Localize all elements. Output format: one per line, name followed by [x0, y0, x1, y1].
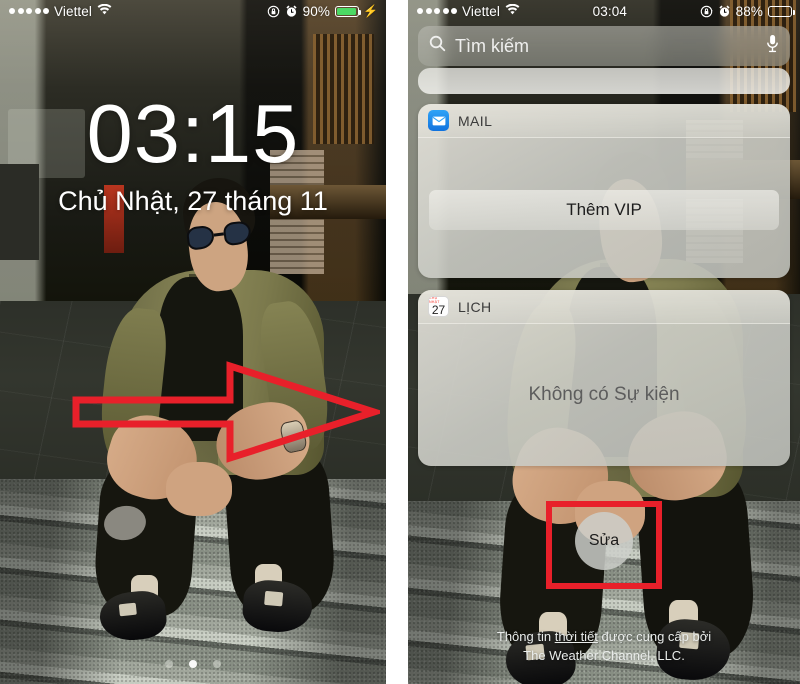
- carrier-label: Viettel: [54, 3, 92, 19]
- widget-mail-body: Thêm VIP: [418, 138, 790, 278]
- rotation-lock-icon: [267, 5, 280, 18]
- alarm-clock-icon: [718, 5, 731, 18]
- lock-screen-time: 03:15: [86, 87, 300, 180]
- signal-strength-icon: [9, 8, 49, 14]
- status-bar-left: Viettel: [408, 3, 520, 19]
- wifi-icon: [505, 3, 520, 19]
- page-dot[interactable]: [165, 660, 173, 668]
- weather-credit-line1-after: được cung cấp bởi: [597, 629, 712, 645]
- battery-icon: [334, 5, 362, 17]
- page-dot[interactable]: [213, 660, 221, 668]
- weather-credit-line1-before: Thông tin: [496, 629, 555, 645]
- widget-calendar-title: LỊCH: [458, 298, 492, 315]
- status-bar: Viettel 03:04 88%: [408, 0, 800, 22]
- rotation-lock-icon: [700, 5, 713, 18]
- page-dot-active[interactable]: [189, 660, 197, 668]
- widget-calendar-body: Không có Sự kiện: [418, 324, 790, 466]
- battery-percent-label: 88%: [735, 3, 763, 19]
- widget-mail-title: MAIL: [458, 112, 493, 129]
- lightning-bolt-icon: ⚡: [362, 4, 378, 18]
- status-bar-right: 88%: [700, 4, 800, 19]
- microphone-icon[interactable]: [766, 34, 779, 58]
- weather-link[interactable]: thời tiết: [555, 629, 598, 644]
- widget-mail[interactable]: MAIL Thêm VIP: [418, 104, 790, 278]
- search-bar-container: Tìm kiếm: [418, 26, 790, 66]
- battery-icon: [768, 5, 795, 17]
- battery-percent-label: 90%: [302, 3, 330, 19]
- mail-app-icon: [428, 110, 449, 131]
- calendar-app-icon: CHỦ NHẬT 27: [428, 296, 449, 317]
- weather-credit-text: Thông tin thời tiết được cung cấp bởi Th…: [408, 628, 800, 666]
- calendar-icon-day: 27: [431, 302, 446, 317]
- widget-calendar[interactable]: CHỦ NHẬT 27 LỊCH Không có Sự kiện: [418, 290, 790, 466]
- search-icon: [429, 35, 446, 57]
- status-bar: Viettel 90% ⚡: [0, 0, 386, 22]
- status-bar-clock: 03:04: [592, 3, 627, 19]
- calendar-empty-message: Không có Sự kiện: [528, 384, 680, 405]
- page-indicator-dots[interactable]: [0, 660, 386, 668]
- status-bar-left: Viettel: [0, 3, 112, 19]
- right-phone-screen: Viettel 03:04 88% Tìm kiếm MAIL Thêm VIP…: [408, 0, 800, 684]
- add-vip-button[interactable]: Thêm VIP: [429, 190, 779, 230]
- search-input[interactable]: Tìm kiếm: [418, 26, 790, 66]
- widget-peek-above[interactable]: [418, 68, 790, 94]
- left-phone-screen: Viettel 90% ⚡ 03:15 Chủ Nhật, 27 tháng 1…: [0, 0, 386, 684]
- widget-mail-header: MAIL: [418, 104, 790, 138]
- search-placeholder: Tìm kiếm: [455, 35, 529, 56]
- widget-calendar-header: CHỦ NHẬT 27 LỊCH: [418, 290, 790, 324]
- weather-credit-line1: Thông tin thời tiết được cung cấp bởi: [408, 628, 800, 647]
- lock-screen-date: Chủ Nhật, 27 tháng 11: [58, 186, 328, 216]
- screenshot-stage: Viettel 90% ⚡ 03:15 Chủ Nhật, 27 tháng 1…: [0, 0, 800, 684]
- alarm-clock-icon: [285, 5, 298, 18]
- edit-button-highlight-box: [546, 501, 662, 589]
- wifi-icon: [97, 3, 112, 19]
- red-arrow-right-icon: [70, 358, 386, 471]
- status-bar-right: 90% ⚡: [267, 4, 386, 19]
- signal-strength-icon: [417, 8, 457, 14]
- weather-credit-line2: The Weather Channel, LLC.: [523, 648, 685, 664]
- carrier-label: Viettel: [462, 3, 500, 19]
